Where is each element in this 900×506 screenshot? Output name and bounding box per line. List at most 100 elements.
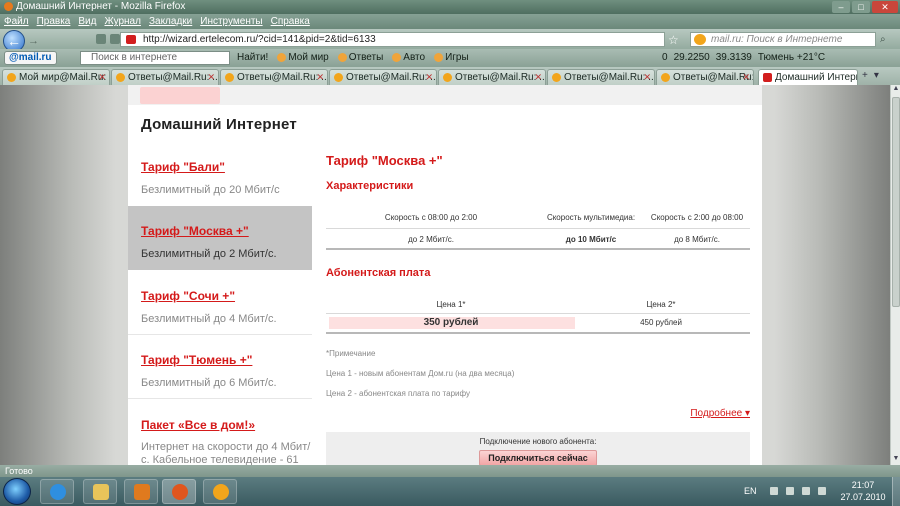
- menu-help[interactable]: Справка: [271, 14, 310, 29]
- close-tab-icon[interactable]: ✕: [207, 70, 215, 85]
- menu-tools[interactable]: Инструменты: [200, 14, 262, 29]
- table-divider: [326, 228, 750, 229]
- close-tab-icon[interactable]: ✕: [316, 70, 324, 85]
- mailru-brand-button[interactable]: @mail.ru: [4, 51, 57, 65]
- sidebar-item-package[interactable]: Пакет «Все в дом!» Интернет на скорости …: [128, 399, 312, 465]
- toolbar-item-answers[interactable]: Ответы: [337, 49, 383, 67]
- mailru-toolbar: @mail.ru Поиск в интернете Найти! Мой ми…: [0, 49, 900, 67]
- menu-view[interactable]: Вид: [78, 14, 96, 29]
- sidebar-item-desc: Интернет на скорости до 4 Мбит/с. Кабель…: [141, 441, 311, 465]
- tab-controls: + ▾: [862, 70, 879, 81]
- sidebar-item-name[interactable]: Тариф "Москва +": [141, 224, 249, 238]
- characteristics-heading: Характеристики: [326, 180, 414, 192]
- sidebar-item-name[interactable]: Тариф "Тюмень +": [141, 353, 252, 367]
- sidebar-item-name[interactable]: Тариф "Бали": [141, 160, 225, 174]
- note-heading: *Примечание: [326, 349, 376, 358]
- toolbar-usd-rate[interactable]: 29.2250: [674, 49, 710, 67]
- connect-label: Подключение нового абонента:: [479, 437, 597, 446]
- volume-icon[interactable]: [818, 487, 826, 495]
- firefox-icon: [4, 1, 13, 11]
- car-icon: [392, 52, 402, 62]
- toolbar-weather[interactable]: Тюмень +21°C: [758, 49, 825, 67]
- media-player-icon: [134, 484, 150, 500]
- taskbar-explorer[interactable]: [83, 479, 117, 504]
- scroll-down-icon[interactable]: ▼: [891, 455, 900, 465]
- menu-edit[interactable]: Правка: [37, 14, 71, 29]
- site-favicon-icon: [126, 35, 136, 44]
- toolbar-eur-rate[interactable]: 39.3139: [716, 49, 752, 67]
- sidebar-item-name[interactable]: Тариф "Сочи +": [141, 289, 235, 303]
- table-divider: [326, 248, 750, 250]
- speed-header: Скорость с 08:00 до 2:00: [384, 213, 478, 222]
- tab-item[interactable]: Ответы@Mail.Ru: ...✕: [220, 69, 328, 85]
- tab-item[interactable]: Ответы@Mail.Ru: ...✕: [656, 69, 754, 85]
- sidebar-item-tyumen[interactable]: Тариф "Тюмень +" Безлимитный до 6 Мбит/с…: [128, 335, 312, 398]
- toolbar-item-auto[interactable]: Авто: [392, 49, 425, 67]
- tab-item-active[interactable]: Домашний Интерне...: [758, 69, 858, 86]
- menu-bar: Файл Правка Вид Журнал Закладки Инструме…: [0, 14, 900, 29]
- toolbar-item-myworld[interactable]: Мой мир: [277, 49, 329, 67]
- tab-item[interactable]: Ответы@Mail.Ru: ...✕: [329, 69, 437, 85]
- start-button[interactable]: [3, 478, 31, 505]
- more-details-link[interactable]: Подробнее ▾: [690, 408, 750, 419]
- bookmark-star-icon[interactable]: ☆: [668, 33, 679, 47]
- minimize-button[interactable]: –: [832, 1, 850, 13]
- sidebar-item-name[interactable]: Пакет «Все в дом!»: [141, 418, 255, 432]
- navigation-toolbar: ← → http://wizard.ertelecom.ru/?cid=141&…: [0, 29, 900, 52]
- taskbar-clock[interactable]: 21:07 27.07.2010: [838, 479, 888, 503]
- menu-history[interactable]: Журнал: [104, 14, 141, 29]
- tab-item[interactable]: Ответы@Mail.Ru: ...✕: [438, 69, 546, 85]
- page-scrollbar[interactable]: ▲ ▼: [890, 85, 900, 465]
- tab-list-icon[interactable]: ▾: [874, 70, 879, 81]
- sidebar-item-bali[interactable]: Тариф "Бали" Безлимитный до 20 Мбит/с: [128, 143, 312, 206]
- close-tab-icon[interactable]: ✕: [425, 70, 433, 85]
- arrow-left-icon: ←: [7, 33, 21, 49]
- clock-time: 21:07: [851, 480, 875, 490]
- sidebar-item-moskva[interactable]: Тариф "Москва +" Безлимитный до 2 Мбит/с…: [128, 206, 312, 270]
- close-tab-icon[interactable]: ✕: [534, 70, 542, 85]
- sidebar-item-sochi[interactable]: Тариф "Сочи +" Безлимитный до 4 Мбит/с.: [128, 270, 312, 334]
- tab-item[interactable]: Ответы@Mail.Ru: ...✕: [111, 69, 219, 85]
- add-tab-icon[interactable]: +: [862, 70, 868, 81]
- reload-icon[interactable]: [96, 34, 106, 44]
- tab-strip: Мой мир@Mail.Ru: ... ✕ Ответы@Mail.Ru: ..…: [0, 67, 900, 86]
- close-window-button[interactable]: ✕: [872, 1, 898, 13]
- forward-button[interactable]: →: [28, 35, 44, 47]
- tab-item[interactable]: Ответы@Mail.Ru: ...✕: [547, 69, 655, 85]
- tab-item[interactable]: Мой мир@Mail.Ru: ... ✕: [2, 69, 110, 85]
- nav-icons: [96, 34, 120, 44]
- window-title: Домашний Интернет - Mozilla Firefox: [16, 1, 186, 12]
- top-nav-button[interactable]: [140, 87, 220, 104]
- taskbar-firefox[interactable]: [162, 479, 196, 504]
- scroll-thumb[interactable]: [892, 97, 900, 307]
- show-desktop-button[interactable]: [892, 477, 900, 506]
- toolbar-find-button[interactable]: Найти!: [237, 49, 268, 67]
- close-tab-icon[interactable]: ✕: [98, 70, 106, 85]
- address-bar[interactable]: http://wizard.ertelecom.ru/?cid=141&pid=…: [120, 32, 665, 47]
- network-icon[interactable]: [802, 487, 810, 495]
- close-tab-icon[interactable]: ✕: [742, 70, 750, 85]
- toolbar-mail-count[interactable]: 0: [662, 49, 668, 67]
- taskbar-mailru-agent[interactable]: [203, 479, 237, 504]
- scroll-up-icon[interactable]: ▲: [891, 85, 900, 95]
- toolbar-item-games[interactable]: Игры: [434, 49, 469, 67]
- connect-now-button[interactable]: Подключиться сейчас: [479, 450, 597, 465]
- web-search-input[interactable]: mail.ru: Поиск в Интернете: [690, 32, 876, 47]
- firefox-icon: [172, 484, 188, 500]
- language-indicator[interactable]: EN: [744, 486, 757, 496]
- price-value: 350 рублей: [423, 317, 479, 328]
- mailru-logo-icon: [694, 34, 706, 45]
- menu-file[interactable]: Файл: [4, 14, 29, 29]
- tray-icon[interactable]: [770, 487, 778, 495]
- toolbar-search-input[interactable]: Поиск в интернете: [80, 51, 230, 65]
- maximize-button[interactable]: □: [852, 1, 870, 13]
- close-tab-icon[interactable]: ✕: [643, 70, 651, 85]
- tray-icon[interactable]: [786, 487, 794, 495]
- menu-bookmarks[interactable]: Закладки: [149, 14, 192, 29]
- search-go-icon[interactable]: ⌕: [880, 32, 894, 47]
- window-controls: – □ ✕: [832, 1, 898, 13]
- fee-heading: Абонентская плата: [326, 267, 431, 279]
- home-icon[interactable]: [110, 34, 120, 44]
- taskbar-media[interactable]: [124, 479, 158, 504]
- taskbar-ie[interactable]: [40, 479, 74, 504]
